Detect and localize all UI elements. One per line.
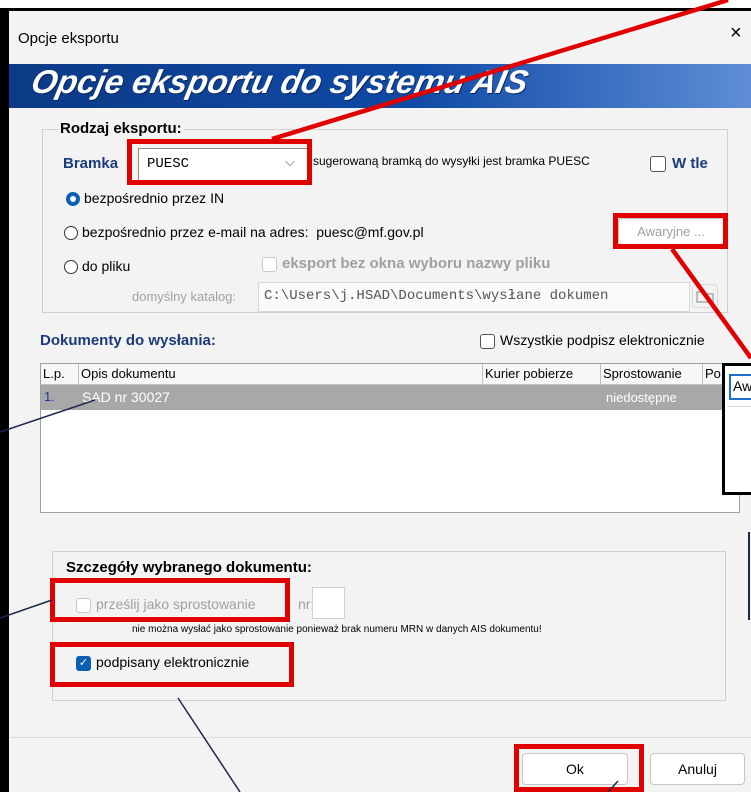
callout-line-correction [0, 599, 53, 619]
callout-line-row [0, 399, 96, 433]
red-connector-line [670, 247, 751, 360]
callout-line-signed [177, 697, 241, 792]
red-arrow-line [271, 0, 729, 142]
callout-line-ok [607, 780, 619, 792]
annotation-lines [0, 0, 751, 792]
